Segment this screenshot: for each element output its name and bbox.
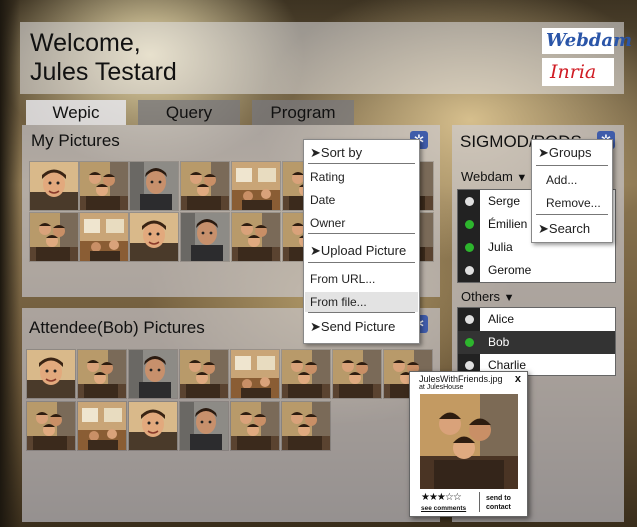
arrow-icon: ➤ (310, 243, 321, 258)
attendee-picture-thumbnail[interactable] (27, 350, 75, 398)
webdam-member-row[interactable]: Gerome (458, 259, 615, 282)
see-comments-link[interactable]: see comments (421, 505, 466, 512)
member-name: Serge (488, 194, 521, 208)
member-name: Émilien (488, 217, 528, 231)
status-dot-icon (465, 315, 474, 324)
member-name: Julia (488, 240, 513, 254)
tab-wepic[interactable]: Wepic (26, 100, 126, 125)
others-members-list: Alice Bob Charlie (457, 307, 616, 376)
welcome-text: Welcome, Jules Testard (30, 29, 177, 86)
attendee-picture-thumbnail[interactable] (180, 402, 228, 450)
inria-logo-text: Inria (550, 61, 597, 83)
owner-menu-item[interactable]: Owner (310, 216, 345, 230)
menu-divider (308, 312, 415, 313)
attendee-picture-thumbnail[interactable] (27, 402, 75, 450)
attendee-picture-thumbnail[interactable] (282, 402, 330, 450)
menu-divider (536, 165, 608, 166)
webdam-group-header[interactable]: Webdam ▼ (461, 169, 527, 184)
photo-filename: JulesWithFriends.jpg (419, 374, 503, 384)
webdam-logo: Webdam (542, 28, 632, 54)
picture-context-menu: ➤Sort by Rating Date Owner ➤Upload Pictu… (303, 139, 420, 344)
menu-divider (308, 233, 415, 234)
from-file-menu-item[interactable]: From file... (310, 295, 367, 309)
webdam-dropdown-icon: ▼ (516, 172, 528, 184)
menu-divider (308, 163, 415, 164)
my-picture-thumbnail[interactable] (30, 162, 78, 210)
my-picture-thumbnail[interactable] (130, 213, 178, 261)
status-dot-icon (465, 197, 474, 206)
popup-divider (479, 492, 480, 512)
others-group-label: Others (461, 289, 501, 304)
attendee-picture-thumbnail[interactable] (282, 350, 330, 398)
my-picture-thumbnail[interactable] (130, 162, 178, 210)
send-to-contact-link[interactable]: send to contact (486, 494, 522, 512)
inria-logo: Inria (542, 58, 614, 86)
remove-group-menu-item[interactable]: Remove... (546, 196, 601, 210)
my-picture-thumbnail[interactable] (181, 213, 229, 261)
attendee-picture-thumbnail[interactable] (78, 350, 126, 398)
others-group-header[interactable]: Others ▼ (461, 289, 515, 304)
rating-stars[interactable]: ★★★☆☆ (421, 492, 462, 503)
my-pictures-title: My Pictures (31, 131, 120, 150)
member-name: Alice (488, 312, 515, 326)
date-menu-item[interactable]: Date (310, 193, 335, 207)
photo-location: at JulesHouse (419, 384, 464, 391)
my-picture-thumbnail[interactable] (232, 213, 280, 261)
others-member-row[interactable]: Bob (458, 331, 615, 354)
attendee-picture-thumbnail[interactable] (78, 402, 126, 450)
attendee-picture-thumbnail[interactable] (180, 350, 228, 398)
sort-by-label: Sort by (320, 145, 363, 160)
my-picture-thumbnail[interactable] (80, 162, 128, 210)
my-picture-thumbnail[interactable] (181, 162, 229, 210)
attendee-picture-thumbnail[interactable] (333, 350, 381, 398)
status-dot-icon (465, 220, 474, 229)
upload-picture-label: Upload Picture (320, 243, 407, 258)
status-dot-icon (465, 338, 474, 347)
my-picture-thumbnail[interactable] (232, 162, 280, 210)
header-panel: Welcome, Jules Testard Webdam Inria (20, 22, 632, 94)
arrow-icon: ➤ (310, 319, 321, 334)
member-name: Gerome (488, 263, 532, 277)
add-group-menu-item[interactable]: Add... (546, 173, 577, 187)
groups-context-menu: ➤Groups Add... Remove... ➤Search (531, 139, 613, 243)
send-picture-menu-item[interactable]: ➤Send Picture (310, 319, 395, 335)
arrow-icon: ➤ (538, 221, 549, 236)
status-dot-icon (465, 243, 474, 252)
attendee-picture-thumbnail[interactable] (129, 350, 177, 398)
left-shadow (0, 0, 20, 527)
groups-menu-item[interactable]: ➤Groups (538, 145, 592, 161)
send-picture-label: Send Picture (320, 319, 396, 334)
others-member-row[interactable]: Alice (458, 308, 615, 331)
attendee-pictures-title: Attendee(Bob) Pictures (29, 318, 205, 337)
my-picture-thumbnail[interactable] (30, 213, 78, 261)
arrow-icon: ➤ (538, 145, 549, 160)
others-dropdown-icon: ▼ (503, 292, 515, 304)
status-dot-icon (465, 266, 474, 275)
attendee-picture-thumbnail[interactable] (231, 350, 279, 398)
webdam-logo-text: Webdam (546, 30, 633, 51)
status-dot-icon (465, 361, 474, 370)
my-picture-thumbnail[interactable] (80, 213, 128, 261)
from-url-menu-item[interactable]: From URL... (310, 272, 375, 286)
sort-by-menu-item[interactable]: ➤Sort by (310, 145, 362, 161)
attendee-picture-thumbnail[interactable] (129, 402, 177, 450)
close-icon[interactable]: x (515, 373, 521, 385)
arrow-icon: ➤ (310, 145, 321, 160)
search-label: Search (548, 221, 591, 236)
member-name: Bob (488, 335, 510, 349)
photo-preview[interactable] (420, 394, 518, 489)
upload-picture-menu-item[interactable]: ➤Upload Picture (310, 243, 406, 259)
photo-detail-popup: JulesWithFriends.jpg at JulesHouse x ★★★… (409, 371, 528, 517)
webdam-group-label: Webdam (461, 169, 513, 184)
menu-divider (536, 214, 608, 215)
rating-menu-item[interactable]: Rating (310, 170, 345, 184)
tab-query[interactable]: Query (138, 100, 240, 125)
attendee-picture-thumbnail[interactable] (231, 402, 279, 450)
groups-label: Groups (548, 145, 592, 160)
tab-program[interactable]: Program (252, 100, 354, 125)
search-menu-item[interactable]: ➤Search (538, 221, 590, 237)
menu-divider (308, 262, 415, 263)
